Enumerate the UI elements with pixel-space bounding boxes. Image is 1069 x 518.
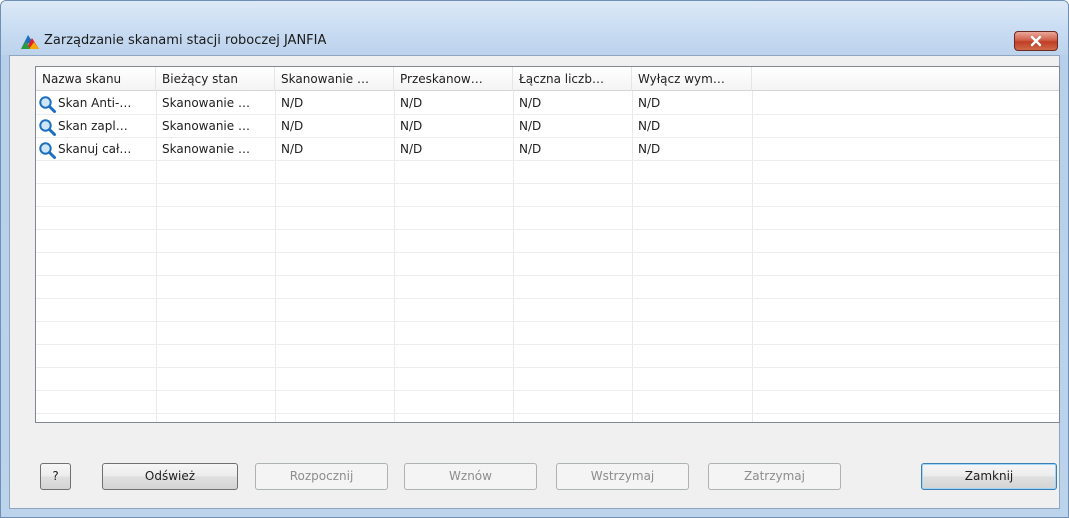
start-button[interactable]: Rozpocznij: [255, 463, 388, 490]
scan-cell: N/D: [519, 142, 542, 156]
magnifier-icon: [39, 118, 56, 136]
avg-logo-icon: [21, 35, 39, 49]
pause-button[interactable]: Wstrzymaj: [556, 463, 689, 490]
scan-cell: N/D: [400, 96, 423, 110]
grid-line: [36, 206, 1059, 207]
close-icon: [1030, 35, 1042, 47]
column-header-total-count[interactable]: Łączna liczb…: [513, 67, 632, 91]
table-row[interactable]: Skan Anti-… Skanowanie … N/D N/D N/D N/D: [36, 92, 1059, 115]
magnifier-icon: [39, 141, 56, 159]
grid-line: [36, 275, 1059, 276]
scan-name: Skan zapl…: [58, 119, 128, 133]
scan-cell: N/D: [638, 119, 661, 133]
grid-line: [36, 413, 1059, 414]
window-title: Zarządzanie skanami stacji roboczej JANF…: [44, 33, 327, 48]
scan-name: Skan Anti-…: [58, 96, 132, 110]
column-header-disable[interactable]: Wyłącz wym…: [632, 67, 752, 91]
help-button[interactable]: ?: [40, 463, 71, 490]
grid-line: [36, 298, 1059, 299]
title-bar[interactable]: Zarządzanie skanami stacji roboczej JANF…: [1, 1, 1068, 55]
scan-cell: N/D: [638, 96, 661, 110]
scan-cell: N/D: [281, 96, 304, 110]
scan-cell: N/D: [400, 142, 423, 156]
grid-line: [36, 183, 1059, 184]
scan-cell: N/D: [400, 119, 423, 133]
scan-state: Skanowanie …: [162, 96, 250, 110]
close-window-button[interactable]: [1014, 31, 1058, 51]
grid-line: [36, 344, 1059, 345]
grid-line: [36, 321, 1059, 322]
scan-management-window: Zarządzanie skanami stacji roboczej JANF…: [0, 0, 1069, 518]
column-header-scanned[interactable]: Przeskanow…: [394, 67, 513, 91]
scan-cell: N/D: [281, 119, 304, 133]
table-row[interactable]: Skan zapl… Skanowanie … N/D N/D N/D N/D: [36, 115, 1059, 138]
grid-line: [36, 229, 1059, 230]
scan-state: Skanowanie …: [162, 142, 250, 156]
table-row[interactable]: Skanuj cał… Skanowanie … N/D N/D N/D N/D: [36, 138, 1059, 161]
close-button[interactable]: Zamknij: [921, 463, 1057, 490]
scan-cell: N/D: [281, 142, 304, 156]
dialog-body: Nazwa skanu Bieżący stan Skanowanie … Pr…: [9, 55, 1060, 509]
column-header-current-state[interactable]: Bieżący stan: [156, 67, 275, 91]
column-header-scan-name[interactable]: Nazwa skanu: [36, 67, 156, 91]
scan-cell: N/D: [519, 119, 542, 133]
scan-cell: N/D: [638, 142, 661, 156]
scan-cell: N/D: [519, 96, 542, 110]
refresh-button[interactable]: Odśwież: [102, 463, 238, 490]
table-header: Nazwa skanu Bieżący stan Skanowanie … Pr…: [36, 67, 1059, 91]
magnifier-icon: [39, 95, 56, 113]
grid-line: [36, 367, 1059, 368]
scan-name: Skanuj cał…: [58, 142, 132, 156]
grid-line: [36, 252, 1059, 253]
column-header-scanning[interactable]: Skanowanie …: [275, 67, 394, 91]
grid-line: [36, 390, 1059, 391]
scan-state: Skanowanie …: [162, 119, 250, 133]
stop-button[interactable]: Zatrzymaj: [708, 463, 841, 490]
scan-list[interactable]: Nazwa skanu Bieżący stan Skanowanie … Pr…: [35, 66, 1060, 423]
resume-button[interactable]: Wznów: [404, 463, 537, 490]
